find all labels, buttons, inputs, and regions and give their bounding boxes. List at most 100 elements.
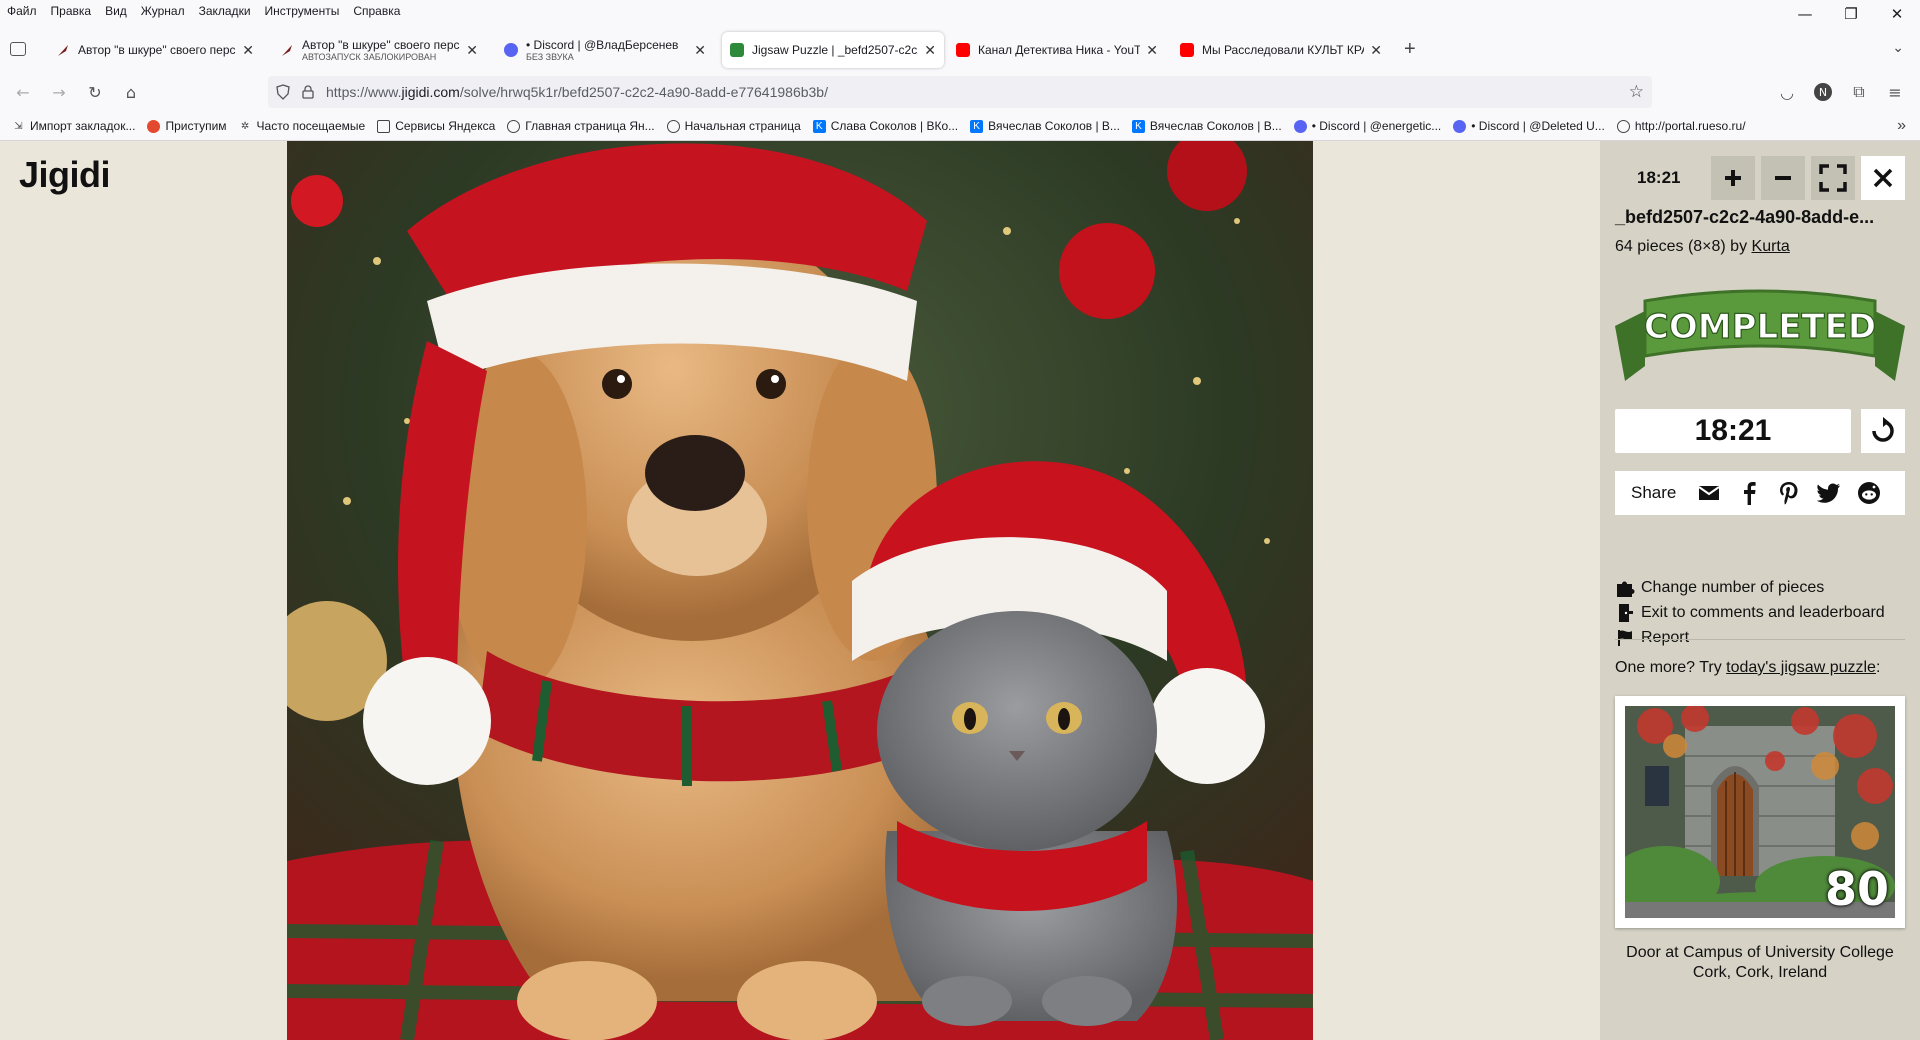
fullscreen-button[interactable] [1811,156,1855,200]
timer-display: 18:21 [1615,409,1851,453]
youtube-icon [956,43,970,57]
change-pieces-link[interactable]: Change number of pieces [1615,578,1824,598]
lock-icon[interactable] [302,85,314,99]
bookmark-discord-2[interactable]: • Discord | @Deleted U... [1453,119,1605,133]
forward-icon[interactable]: → [48,81,70,103]
restart-button[interactable] [1861,409,1905,453]
folder-icon [377,119,391,133]
reload-icon[interactable]: ↻ [84,81,106,103]
maximize-button[interactable]: ❐ [1828,0,1874,28]
globe-icon [507,119,521,133]
email-icon[interactable] [1696,480,1722,506]
todays-puzzle-link[interactable]: today's jigsaw puzzle [1726,659,1876,676]
bookmark-vk-1[interactable]: K Слава Соколов | ВКо... [812,119,958,133]
close-tab-icon[interactable]: ✕ [924,42,936,59]
puzzle-image[interactable] [287,141,1313,1040]
tab-2[interactable]: Автор "в шкуре" своего персо АВТОЗАПУСК З… [272,32,486,68]
nav-bar: ← → ↻ ⌂ https://www.jigidi.com/solve/hrw… [0,73,1920,111]
divider [1615,639,1905,640]
reddit-icon[interactable] [1856,480,1882,506]
discord-icon [1293,119,1307,133]
tab-list-icon[interactable] [10,42,26,56]
tab-bar: Автор "в шкуре" своего персо ✕ Автор "в … [0,29,1920,71]
bookmark-discord-1[interactable]: • Discord | @energetic... [1293,119,1441,133]
tab-3[interactable]: • Discord | @ВладБерсенев БЕЗ ЗВУКА ✕ [496,32,714,68]
vk-icon: K [1131,119,1145,133]
extensions-icon[interactable]: ⧉ [1848,81,1870,103]
tab-overflow-chevron-icon[interactable]: ⌄ [1892,39,1904,56]
bookmark-start[interactable]: Приступим [147,119,227,133]
bookmark-vk-2[interactable]: K Вячеслав Соколов | В... [970,119,1120,133]
close-tab-icon[interactable]: ✕ [1370,42,1382,59]
bookmarks-bar: ⇲ Импорт закладок... Приступим ✲ Часто пос… [0,115,1920,137]
completed-text: COMPLETED [1644,307,1876,347]
exit-to-comments-link[interactable]: Exit to comments and leaderboard [1615,603,1885,623]
tab-5[interactable]: Канал Детектива Ника - YouTub ✕ [948,32,1166,68]
menu-tools[interactable]: Инструменты [258,4,347,18]
bookmark-start-page[interactable]: Начальная страница [666,119,801,133]
minus-icon [1775,176,1791,180]
facebook-icon[interactable] [1736,480,1762,506]
next-puzzle-thumbnail[interactable]: 80 [1625,706,1895,918]
menu-bookmarks[interactable]: Закладки [192,4,258,18]
next-puzzle-caption: Door at Campus of University College Cor… [1626,944,1894,981]
back-icon[interactable]: ← [12,81,34,103]
globe-icon [1616,119,1630,133]
menu-file[interactable]: Файл [0,4,44,18]
home-icon[interactable]: ⌂ [120,81,142,103]
tab-1[interactable]: Автор "в шкуре" своего персо ✕ [48,32,262,68]
hamburger-menu-icon[interactable]: ≡ [1884,81,1906,103]
account-avatar[interactable]: N [1812,81,1834,103]
zoom-out-button[interactable] [1761,156,1805,200]
menu-view[interactable]: Вид [98,4,134,18]
discord-icon [504,43,518,57]
bookmark-star-icon[interactable]: ☆ [1629,82,1644,102]
youtube-icon [1180,43,1194,57]
new-tab-icon[interactable]: + [1404,38,1416,61]
close-tab-icon[interactable]: ✕ [242,42,254,59]
feather-icon [56,43,70,57]
zoom-in-button[interactable] [1711,156,1755,200]
bookmarks-overflow-icon[interactable]: » [1897,117,1906,135]
jigidi-logo[interactable]: Jigidi [19,154,111,196]
author-link[interactable]: Kurta [1752,238,1790,255]
close-tab-icon[interactable]: ✕ [466,42,478,59]
vk-icon: K [812,119,826,133]
bookmark-frequent[interactable]: ✲ Часто посещаемые [239,119,365,133]
close-window-button[interactable]: ✕ [1874,0,1920,28]
bookmark-vk-3[interactable]: K Вячеслав Соколов | В... [1131,119,1282,133]
url-text: https://www.jigidi.com/solve/hrwq5k1r/be… [326,84,828,100]
share-label: Share [1631,483,1677,502]
twitter-icon[interactable] [1816,480,1842,506]
puzzle-info: 64 pieces (8×8) by Kurta [1615,238,1790,255]
tab-jigsaw-active[interactable]: Jigsaw Puzzle | _befd2507-c2c2- ✕ [722,32,944,68]
tab-6[interactable]: Мы Расследовали КУЛЬТ КРАС ✕ [1172,32,1390,68]
bookmark-yandex-home[interactable]: Главная страница Ян... [507,119,655,133]
jigidi-icon [730,43,744,57]
close-puzzle-button[interactable] [1861,156,1905,200]
puzzle-piece-icon [1615,578,1635,598]
menu-bar: Файл Правка Вид Журнал Закладки Инструме… [0,0,1920,22]
close-tab-icon[interactable]: ✕ [1146,42,1158,59]
next-puzzle-card[interactable]: 80 [1615,696,1905,928]
discord-icon [1453,119,1467,133]
feather-icon [280,43,294,57]
report-link[interactable]: Report [1615,628,1689,648]
firefox-icon [147,119,161,133]
url-bar[interactable]: https://www.jigidi.com/solve/hrwq5k1r/be… [268,76,1652,108]
minimize-button[interactable]: — [1782,0,1828,28]
menu-help[interactable]: Справка [346,4,407,18]
shield-icon[interactable] [276,84,290,100]
exit-door-icon [1615,603,1635,623]
pinterest-icon[interactable] [1776,480,1802,506]
close-tab-icon[interactable]: ✕ [694,42,706,59]
menu-edit[interactable]: Правка [44,4,99,18]
fullscreen-icon [1819,164,1847,192]
bookmark-portal[interactable]: http://portal.rueso.ru/ [1616,119,1746,133]
pocket-icon[interactable]: ◡ [1776,81,1798,103]
menu-history[interactable]: Журнал [134,4,192,18]
bookmark-import[interactable]: ⇲ Импорт закладок... [12,119,135,133]
browser-chrome: Файл Правка Вид Журнал Закладки Инструме… [0,0,1920,141]
bookmark-yandex-services[interactable]: Сервисы Яндекса [377,119,495,133]
gear-icon: ✲ [240,120,250,132]
